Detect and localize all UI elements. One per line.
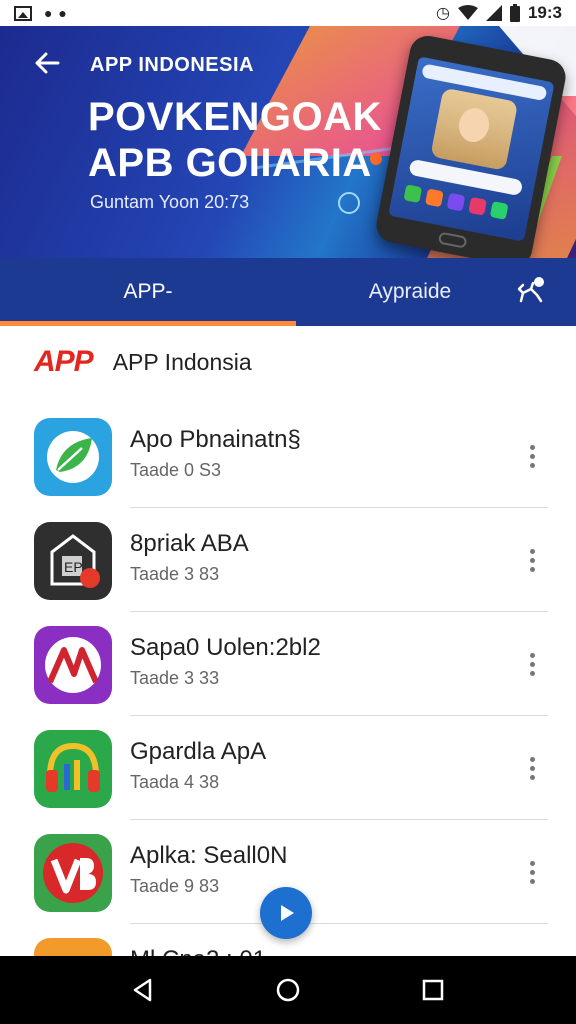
app-name: Apo Pbnainatn§ (130, 426, 301, 453)
back-arrow-icon[interactable] (32, 48, 62, 78)
gallery-icon (14, 5, 32, 21)
more-options-icon[interactable] (518, 748, 546, 788)
more-options-icon[interactable] (518, 540, 546, 580)
more-dots-icon: ● ● (44, 5, 68, 21)
nav-recents-icon[interactable] (409, 966, 457, 1014)
phone-app-icon (468, 196, 487, 216)
tab-updates[interactable]: Aypraide (330, 258, 490, 326)
play-button[interactable] (260, 887, 312, 939)
nav-back-icon[interactable] (119, 966, 167, 1014)
nav-home-icon[interactable] (264, 966, 312, 1014)
clock: 19:3 (527, 3, 562, 22)
app-list: APP APP Indonsia Apo Pbnainatn§ Taade 0 … (0, 326, 576, 956)
building-badge-icon: EP (34, 522, 112, 600)
headphones-icon (34, 730, 112, 808)
ap-logo-icon (34, 626, 112, 704)
leaf-chat-icon (34, 418, 112, 496)
list-item[interactable]: Sapa0 Uolen:2bl2 Taade 3 33 (0, 612, 576, 716)
app-name: Gpardla ApA (130, 738, 267, 765)
section-title: APP Indonsia (112, 348, 252, 375)
decor-ring (338, 192, 360, 214)
phone-app-icon (403, 184, 423, 204)
phone-screen (388, 56, 555, 242)
status-bar: ● ● ◷ 19:3 (0, 0, 576, 26)
app-name: Sapa0 Uolen:2bl2 (130, 634, 321, 661)
phone-home-button (437, 231, 468, 249)
section-header: APP APP Indonsia (0, 326, 576, 398)
more-options-icon[interactable] (518, 644, 546, 684)
app-name: Aplka: Seall0N (130, 842, 288, 869)
more-options-icon[interactable] (518, 436, 546, 476)
vb-shield-icon (34, 834, 112, 912)
app-meta: Taade 3 33 (130, 668, 220, 688)
profile-settings-icon[interactable] (508, 268, 554, 314)
app-meta: Taada 4 38 (130, 772, 220, 792)
alarm-icon: ◷ (436, 5, 450, 22)
battery-icon (509, 4, 520, 22)
more-options-icon[interactable] (518, 852, 546, 892)
tab-apps[interactable]: APP- (0, 258, 296, 326)
phone-app-icon (425, 188, 444, 208)
app-logo: APP (34, 345, 94, 378)
navigation-bar (0, 956, 576, 1024)
wifi-icon (457, 5, 478, 20)
app-name: 8priak ABA (130, 530, 249, 557)
tab-bar: APP- Aypraide (0, 258, 576, 326)
svg-text:EP: EP (64, 559, 83, 575)
phone-app-icon (489, 201, 509, 220)
hero-banner: APP INDONESIA POVKENGOAK APB GOIIARIA Gu… (0, 26, 576, 258)
app-meta: Taade 3 83 (130, 564, 220, 584)
play-icon (281, 905, 294, 921)
list-item[interactable]: Gpardla ApA Taada 4 38 (0, 716, 576, 820)
hero-title: POVKENGOAK APB GOIIARIA (88, 94, 382, 186)
hero-title-line-2: APB GOIIARIA (88, 141, 372, 185)
orange-app-icon (34, 938, 112, 956)
signal-icon (485, 5, 502, 21)
hero-subtitle: Guntam Yoon 20:73 (90, 192, 250, 212)
list-item[interactable]: EP 8priak ABA Taade 3 83 (0, 508, 576, 612)
app-meta: Taade 0 S3 (130, 460, 222, 480)
list-item[interactable]: Apo Pbnainatn§ Taade 0 S3 (0, 404, 576, 508)
app-name: Ml Cna2 : 01 (130, 946, 266, 956)
app-meta: Taade 9 83 (130, 876, 220, 896)
hero-brand: APP INDONESIA (90, 54, 254, 76)
hero-title-line-1: POVKENGOAK (88, 95, 382, 139)
phone-app-icon (446, 192, 466, 212)
